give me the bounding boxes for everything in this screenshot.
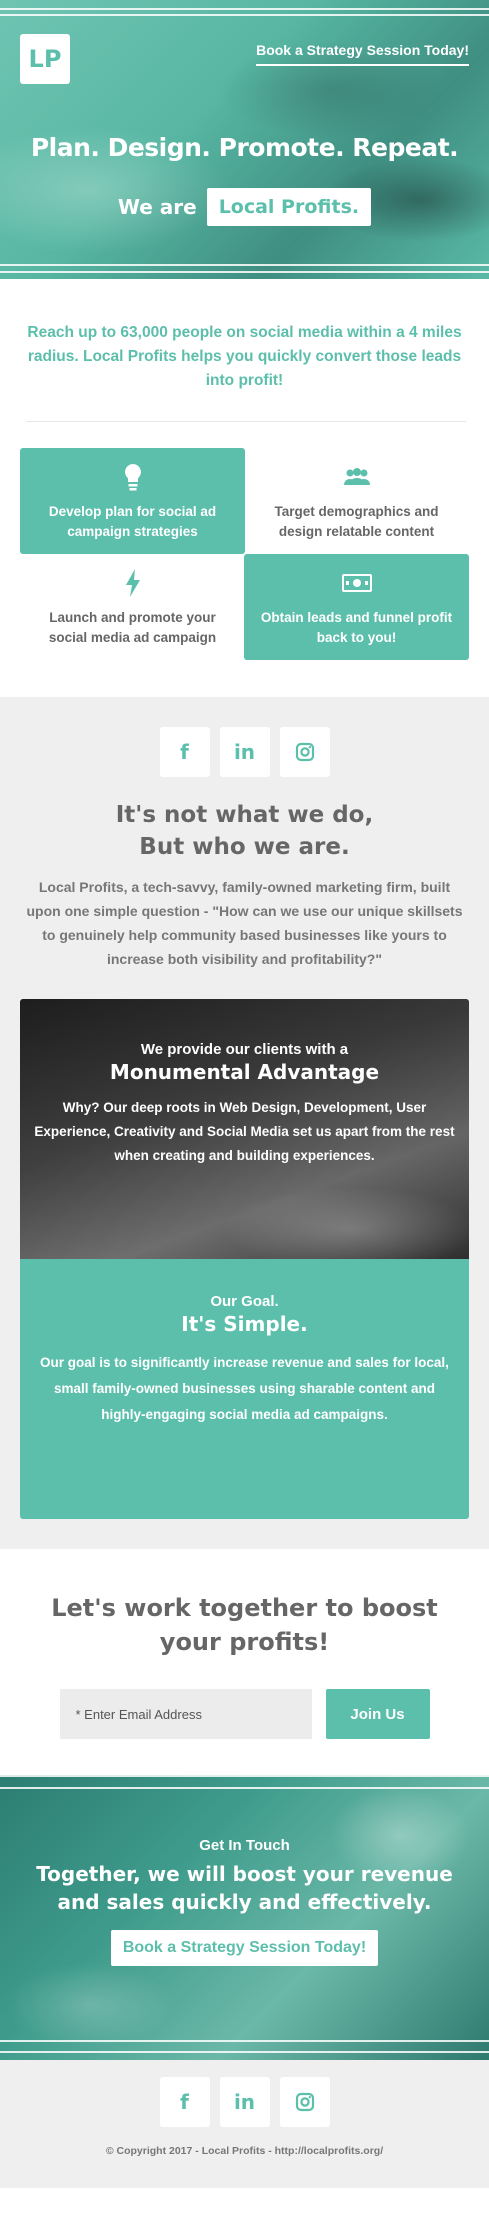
feature-label: Target demographics and design relatable… (274, 504, 439, 539)
intro-section: Reach up to 63,000 people on social medi… (0, 279, 489, 422)
facebook-icon[interactable]: f (159, 727, 210, 777)
feature-card-obtain-leads: Obtain leads and funnel profit back to y… (244, 554, 469, 660)
social-links-top: f in (20, 727, 469, 777)
advantage-big-heading: Monumental Advantage (109, 1060, 380, 1084)
lightbulb-icon (122, 460, 144, 494)
brand-name-box: Local Profits. (206, 188, 372, 226)
instagram-icon[interactable] (279, 727, 330, 777)
we-are-text: We are (117, 195, 197, 219)
money-icon (341, 566, 372, 600)
hero-top-line (0, 8, 489, 10)
contact-headline: Together, we will boost your revenue and… (36, 1862, 453, 1914)
about-section: f in It's not what we do, But who we are… (0, 697, 489, 1549)
instagram-icon[interactable] (279, 2077, 330, 2127)
feature-label: Develop plan for social ad campaign stra… (48, 504, 217, 539)
about-heading-line2: But who we are. (139, 834, 350, 860)
goal-big-heading: It's Simple. (181, 1312, 308, 1336)
goal-card: Our Goal. It's Simple. Our goal is to si… (20, 1259, 469, 1519)
facebook-icon[interactable]: f (159, 2077, 210, 2127)
logo-text: LP (28, 45, 62, 73)
hero-bottom-line-2 (0, 271, 489, 273)
facebook-glyph: f (180, 2090, 189, 2114)
feature-card-develop-plan: Develop plan for social ad campaign stra… (20, 448, 245, 554)
email-field[interactable] (59, 1689, 312, 1739)
hero-top-line-2 (0, 14, 489, 16)
copyright-text: © Copyright 2017 - Local Profits - http:… (105, 2145, 384, 2157)
contact-bottom-line (0, 2040, 489, 2042)
hero-tagline: We are Local Profits. (0, 188, 489, 226)
linkedin-icon[interactable]: in (219, 727, 270, 777)
signup-form: Join Us (20, 1689, 469, 1739)
goal-small-heading: Our Goal. (210, 1293, 279, 1310)
signup-section: Let's work together to boost your profit… (0, 1549, 489, 1773)
get-in-touch-heading: Get In Touch (199, 1837, 290, 1854)
contact-section: Get In Touch Together, we will boost you… (0, 1775, 489, 2060)
advantage-small-heading: We provide our clients with a (140, 1041, 349, 1058)
lightning-icon (124, 566, 142, 600)
feature-card-launch-campaign: Launch and promote your social media ad … (20, 554, 245, 660)
hero-section: LP Book a Strategy Session Today! Plan. … (0, 0, 489, 279)
linkedin-icon[interactable]: in (219, 2077, 270, 2127)
about-text: Local Profits, a tech-savvy, family-owne… (26, 879, 463, 967)
intro-text: Reach up to 63,000 people on social medi… (27, 324, 462, 389)
goal-text: Our goal is to significantly increase re… (40, 1355, 449, 1422)
book-strategy-session-link[interactable]: Book a Strategy Session Today! (256, 42, 469, 66)
join-us-button[interactable]: Join Us (325, 1689, 430, 1739)
hero-headline: Plan. Design. Promote. Repeat. (30, 133, 459, 162)
feature-label: Launch and promote your social media ad … (48, 610, 217, 645)
social-links-footer: f in (0, 2077, 489, 2127)
contact-bottom-line-2 (0, 2051, 489, 2053)
feature-card-target-demographics: Target demographics and design relatable… (244, 448, 469, 554)
hero-bottom-line (0, 264, 489, 266)
group-icon (342, 460, 372, 494)
advantage-text: Why? Our deep roots in Web Design, Devel… (34, 1100, 455, 1163)
feature-label: Obtain leads and funnel profit back to y… (260, 610, 453, 645)
footer: f in © Copyright 2017 - Local Profits - … (0, 2060, 489, 2188)
book-strategy-session-button[interactable]: Book a Strategy Session Today! (110, 1930, 379, 1966)
features-grid: Develop plan for social ad campaign stra… (0, 422, 489, 697)
linkedin-glyph: in (233, 740, 256, 764)
advantage-card: We provide our clients with a Monumental… (20, 999, 469, 1259)
logo[interactable]: LP (20, 34, 70, 84)
linkedin-glyph: in (233, 2090, 256, 2114)
about-heading: It's not what we do, But who we are. (20, 799, 469, 863)
signup-heading: Let's work together to boost your profit… (51, 1594, 438, 1656)
about-heading-line1: It's not what we do, (115, 802, 374, 828)
facebook-glyph: f (180, 740, 189, 764)
